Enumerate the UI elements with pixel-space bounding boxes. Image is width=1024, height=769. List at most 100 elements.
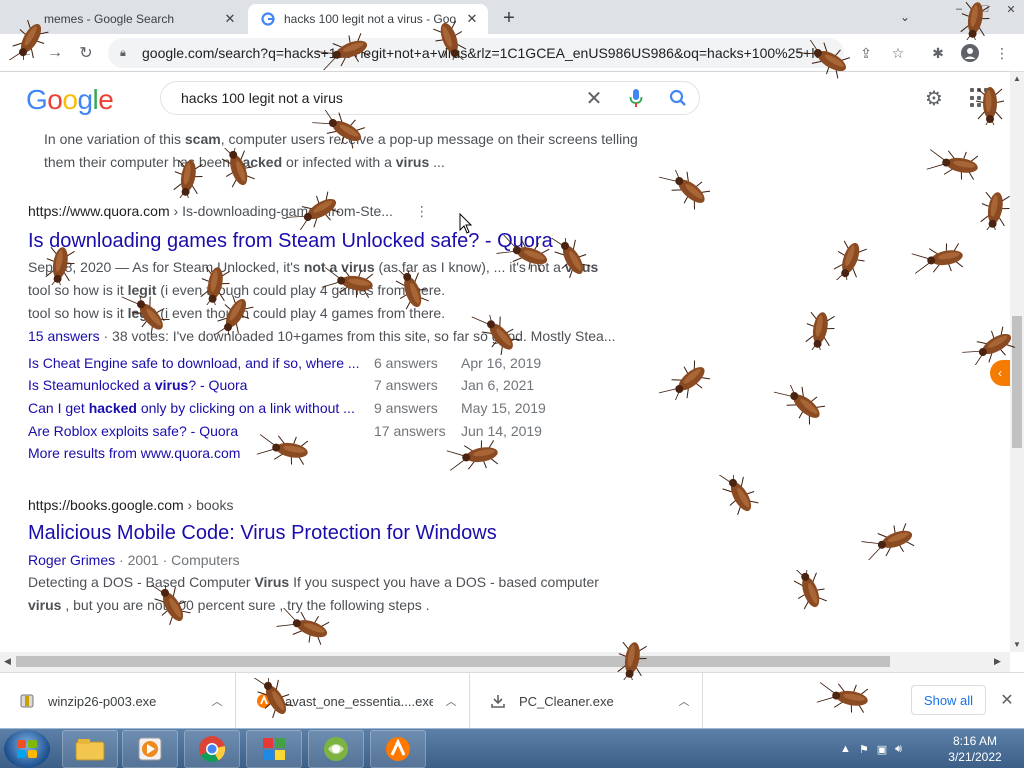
scroll-down-icon[interactable]: ▼ <box>1013 640 1021 649</box>
search-box[interactable]: hacks 100 legit not a virus ✕ <box>160 81 700 115</box>
search-results: In one variation of this scam, computer … <box>0 124 1010 652</box>
answer-date: Jun 14, 2019 <box>461 423 542 439</box>
related-question-row[interactable]: Is Cheat Engine safe to download, and if… <box>28 355 588 377</box>
line-text: (i even though could play 4 games from t… <box>156 282 446 298</box>
scroll-up-icon[interactable]: ▲ <box>1013 74 1021 83</box>
answer-count: 6 answers <box>374 355 438 371</box>
clock-date: 3/21/2022 <box>948 750 1002 764</box>
file-explorer-icon[interactable] <box>62 730 118 768</box>
line-bold: virus <box>564 259 599 275</box>
line-text: · 38 votes: I've downloaded 10+games fro… <box>99 328 616 344</box>
maximize-icon[interactable]: □ <box>972 0 998 18</box>
media-player-icon[interactable] <box>122 730 178 768</box>
cite-path: › books <box>183 497 234 513</box>
line-text: tool so how is it <box>28 282 128 298</box>
tab-hacks[interactable]: hacks 100 legit not a virus - Goo ✕ <box>248 4 488 34</box>
related-question-row[interactable]: Are Roblox exploits safe? - Quora 17 ans… <box>28 423 588 445</box>
result-cite[interactable]: https://www.quora.com › Is-downloading-g… <box>28 203 429 220</box>
vertical-scrollbar[interactable]: ▲ ▼ <box>1010 72 1024 652</box>
related-question-link[interactable]: Is Cheat Engine safe to download, and if… <box>28 355 368 371</box>
pc-cleaner-icon[interactable] <box>308 730 364 768</box>
windows-logo-icon <box>17 740 37 758</box>
show-all-button[interactable]: Show all <box>911 685 986 715</box>
sidebar-expand-chevron-icon[interactable]: ‹ <box>990 360 1010 386</box>
related-question-row[interactable]: Is Steamunlocked a virus? - Quora 7 answ… <box>28 377 588 399</box>
result-title-link[interactable]: Malicious Mobile Code: Virus Protection … <box>28 522 497 545</box>
start-button[interactable] <box>4 730 50 768</box>
tab-search-chevron-icon[interactable]: ⌄ <box>896 8 914 26</box>
reload-icon[interactable]: ↻ <box>75 42 97 64</box>
chevron-up-icon[interactable]: ︿ <box>199 693 235 709</box>
cite-domain: https://books.google.com <box>28 497 184 513</box>
tab-memes[interactable]: memes - Google Search ✕ <box>0 4 246 34</box>
more-options-icon[interactable]: ⋮ <box>415 203 429 219</box>
show-hidden-icons-icon[interactable]: ▲ <box>840 743 851 755</box>
close-tab-icon[interactable]: ✕ <box>462 9 482 29</box>
horizontal-scrollbar[interactable]: ◀ ▶ <box>0 652 1010 672</box>
scroll-right-icon[interactable]: ▶ <box>994 656 1001 667</box>
settings-gear-icon[interactable]: ⚙ <box>922 86 946 110</box>
result-line: Sep 18, 2020 — As for Steam Unlocked, it… <box>28 259 628 275</box>
scroll-thumb[interactable] <box>16 656 890 667</box>
share-icon[interactable]: ⇪ <box>856 43 876 63</box>
line-text: Sep 18, 2020 — As for Steam Unlocked, it… <box>28 259 304 275</box>
close-tab-icon[interactable]: ✕ <box>220 9 240 29</box>
new-tab-icon[interactable]: + <box>498 7 520 29</box>
result-cite[interactable]: https://books.google.com › books <box>28 497 233 513</box>
related-question-row[interactable]: Can I get hacked only by clicking on a l… <box>28 400 588 422</box>
google-logo[interactable]: Google <box>26 84 114 116</box>
search-icon[interactable] <box>657 81 699 115</box>
avast-icon[interactable] <box>370 730 426 768</box>
winzip-icon[interactable] <box>246 730 302 768</box>
download-icon <box>489 692 507 710</box>
system-clock[interactable]: 8:16 AM 3/21/2022 <box>940 733 1010 765</box>
book-meta: Roger Grimes · 2001 · Computers <box>28 552 240 568</box>
minimize-icon[interactable]: – <box>946 0 972 18</box>
bookmark-star-icon[interactable]: ☆ <box>888 43 908 63</box>
google-apps-icon[interactable] <box>970 88 990 108</box>
action-center-flag-icon[interactable]: ⚑ <box>859 743 869 756</box>
answer-count: 9 answers <box>374 400 438 416</box>
microphone-icon[interactable] <box>615 81 657 115</box>
result-line: tool so how is it legit (i even though c… <box>28 305 628 321</box>
author-link[interactable]: Roger Grimes <box>28 552 115 568</box>
close-shelf-icon[interactable]: ✕ <box>996 689 1018 711</box>
line-bold: legit <box>127 305 157 321</box>
chevron-up-icon[interactable]: ︿ <box>433 693 469 709</box>
avast-icon <box>255 692 273 710</box>
windows-taskbar: ▲ ⚑ ▣ 🔊︎ 8:16 AM 3/21/2022 <box>0 728 1024 768</box>
logo-letter: o <box>47 84 63 115</box>
result-title-link[interactable]: Is downloading games from Steam Unlocked… <box>28 230 553 253</box>
search-input[interactable]: hacks 100 legit not a virus <box>181 90 573 106</box>
address-bar[interactable]: 🔒︎ google.com/search?q=hacks+100+legit+n… <box>108 38 844 68</box>
answers-link[interactable]: 15 answers <box>28 328 100 344</box>
download-item[interactable]: avast_one_essentia....exe ︿ <box>237 673 470 729</box>
scroll-left-icon[interactable]: ◀ <box>4 656 11 667</box>
snippet-text: , computer users receive a pop-up messag… <box>220 131 638 147</box>
chrome-icon[interactable] <box>184 730 240 768</box>
download-item[interactable]: winzip26-p003.exe ︿ <box>0 673 236 729</box>
related-question-link[interactable]: Are Roblox exploits safe? - Quora <box>28 423 368 439</box>
more-results-link[interactable]: More results from www.quora.com <box>28 445 240 461</box>
google-header: Google hacks 100 legit not a virus ✕ ⚙ <box>0 72 1010 124</box>
forward-icon[interactable]: → <box>44 42 66 64</box>
related-question-link[interactable]: Can I get hacked only by clicking on a l… <box>28 400 368 416</box>
clear-search-icon[interactable]: ✕ <box>573 81 615 115</box>
result-line: tool so how is it legit (i even though c… <box>28 282 628 298</box>
line-text: If you suspect you have a DOS - based co… <box>289 574 599 590</box>
extensions-icon[interactable]: ✱ <box>928 43 948 63</box>
related-question-link[interactable]: Is Steamunlocked a virus? - Quora <box>28 377 368 393</box>
profile-avatar-icon[interactable] <box>960 43 980 63</box>
chevron-up-icon[interactable]: ︿ <box>666 693 702 709</box>
network-icon[interactable]: ▣ <box>877 743 887 756</box>
download-item[interactable]: PC_Cleaner.exe ︿ <box>471 673 703 729</box>
answer-count: 7 answers <box>374 377 438 393</box>
scroll-thumb[interactable] <box>1012 316 1022 448</box>
close-window-icon[interactable]: ✕ <box>998 0 1024 18</box>
back-icon[interactable]: ← <box>14 42 36 64</box>
snippet-bold: scam <box>184 131 221 147</box>
download-filename: winzip26-p003.exe <box>48 693 157 709</box>
answer-date: May 15, 2019 <box>461 400 546 416</box>
chrome-menu-icon[interactable]: ⋮ <box>992 43 1012 63</box>
volume-icon[interactable]: 🔊︎ <box>895 743 902 756</box>
